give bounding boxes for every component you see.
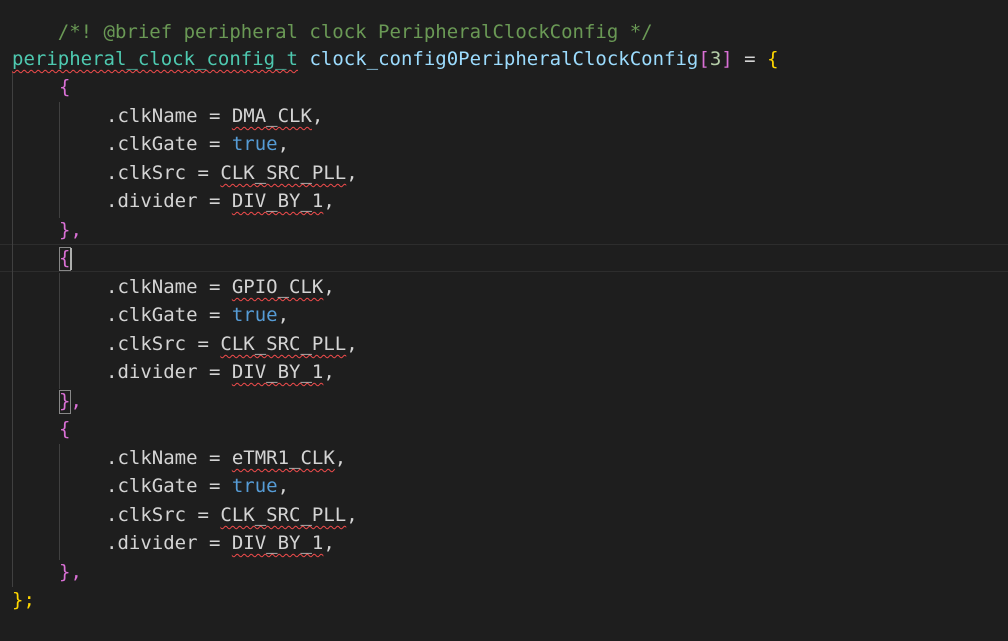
field-line[interactable]: .divider = DIV_BY_1,: [106, 529, 335, 557]
field-line[interactable]: .clkName = DMA_CLK,: [106, 102, 323, 130]
entry-close-brace[interactable]: },: [59, 558, 82, 586]
field-value: CLK_SRC_PLL: [220, 333, 347, 355]
field-line[interactable]: .clkSrc = CLK_SRC_PLL,: [106, 501, 358, 529]
code-line-declaration[interactable]: peripheral_clock_config_t clock_config0P…: [12, 45, 779, 73]
array-close-bracket: ]: [721, 48, 733, 70]
entry-open-brace[interactable]: {: [59, 73, 70, 101]
field-value: GPIO_CLK: [231, 276, 324, 298]
variable-name: clock_config0PeripheralClockConfig: [309, 48, 699, 70]
field-value: DMA_CLK: [231, 105, 312, 127]
field-line[interactable]: .clkName = eTMR1_CLK,: [106, 444, 346, 472]
field-value: DIV_BY_1: [231, 532, 324, 554]
array-open-bracket: [: [698, 48, 710, 70]
field-line[interactable]: .clkSrc = CLK_SRC_PLL,: [106, 159, 358, 187]
field-line[interactable]: .divider = DIV_BY_1,: [106, 358, 335, 386]
entry-close-brace[interactable]: },: [59, 216, 82, 244]
initializer-close-brace: };: [12, 589, 35, 611]
field-value: true: [231, 133, 278, 155]
indent-guide: [59, 273, 60, 389]
field-value: DIV_BY_1: [231, 190, 324, 212]
comment-text: /*! @brief peripheral clock PeripheralCl…: [57, 21, 653, 43]
field-value: true: [231, 475, 278, 497]
field-value: eTMR1_CLK: [231, 447, 335, 469]
field-value: CLK_SRC_PLL: [220, 504, 347, 526]
type-name: peripheral_clock_config_t: [12, 48, 298, 70]
entry-close-brace[interactable]: },: [59, 387, 82, 415]
indent-guide: [59, 102, 60, 218]
field-value: DIV_BY_1: [231, 361, 324, 383]
code-line-closing[interactable]: };: [12, 586, 35, 614]
assign-operator: =: [732, 48, 768, 70]
entry-open-brace[interactable]: {: [59, 415, 70, 443]
field-line[interactable]: .clkGate = true,: [106, 472, 289, 500]
field-line[interactable]: .clkGate = true,: [106, 130, 289, 158]
current-line-highlight: [0, 244, 1008, 272]
initializer-open-brace: {: [767, 48, 779, 70]
field-line[interactable]: .clkGate = true,: [106, 301, 289, 329]
field-value: CLK_SRC_PLL: [220, 162, 347, 184]
indent-guide: [59, 444, 60, 560]
indent-guide: [12, 73, 13, 587]
entry-open-brace[interactable]: {: [59, 244, 70, 272]
field-line[interactable]: .clkSrc = CLK_SRC_PLL,: [106, 330, 358, 358]
field-value: true: [231, 304, 278, 326]
code-line-comment[interactable]: /*! @brief peripheral clock PeripheralCl…: [12, 0, 653, 43]
field-line[interactable]: .divider = DIV_BY_1,: [106, 187, 335, 215]
array-size: 3: [709, 48, 722, 70]
field-line[interactable]: .clkName = GPIO_CLK,: [106, 273, 335, 301]
code-editor[interactable]: /*! @brief peripheral clock PeripheralCl…: [0, 0, 1008, 641]
